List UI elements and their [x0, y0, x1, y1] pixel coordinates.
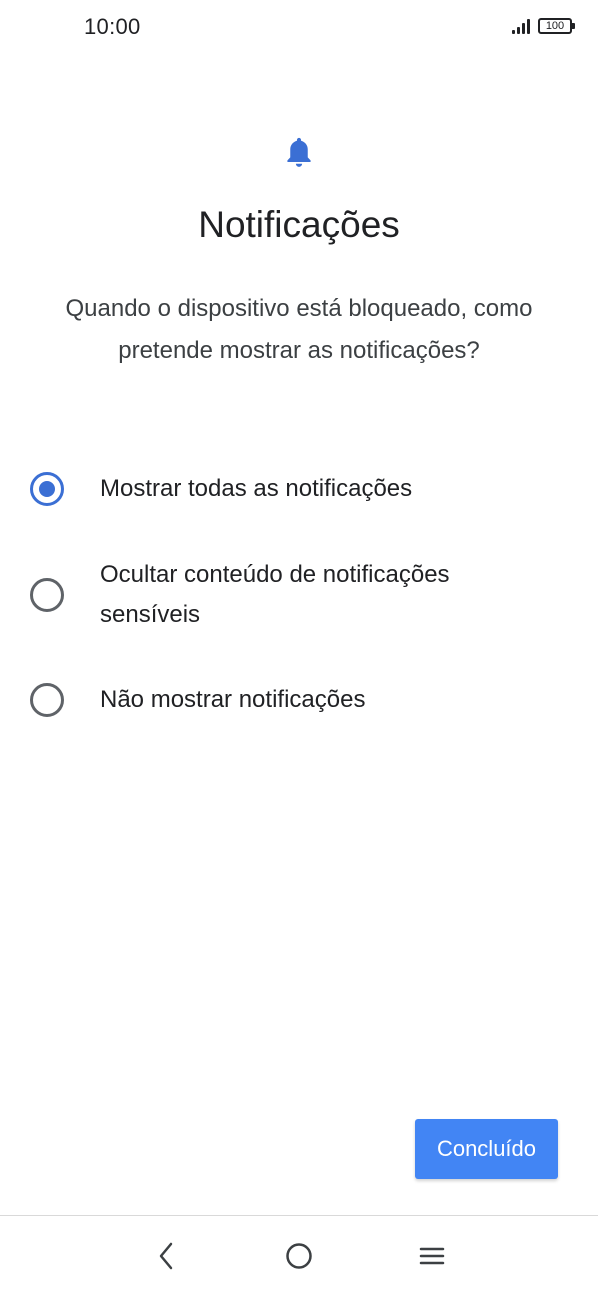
home-button[interactable] [279, 1236, 319, 1276]
option-show-none[interactable]: Não mostrar notificações [30, 680, 570, 720]
done-button[interactable]: Concluído [415, 1119, 558, 1179]
battery-level: 100 [545, 20, 565, 32]
bell-icon [287, 137, 311, 167]
option-hide-sensitive[interactable]: Ocultar conteúdo de notificações sensíve… [30, 555, 570, 635]
page-subtitle: Quando o dispositivo está bloqueado, com… [65, 295, 533, 364]
option-show-all[interactable]: Mostrar todas as notificações [30, 469, 570, 509]
radio-button[interactable] [30, 578, 64, 612]
status-time: 10:00 [84, 14, 141, 39]
back-chevron-icon [159, 1242, 173, 1270]
signal-bars-icon [512, 18, 530, 34]
battery-icon: 100 [538, 18, 575, 34]
menu-button[interactable] [412, 1236, 452, 1276]
status-indicators: 100 [512, 18, 575, 34]
status-bar: 10:00 100 [0, 0, 598, 56]
page-title: Notificações [198, 204, 400, 245]
option-label: Mostrar todas as notificações [100, 475, 413, 502]
option-label: Ocultar conteúdo de notificações sensíve… [100, 561, 450, 628]
navigation-bar [0, 1216, 598, 1295]
home-circle-icon [286, 1243, 312, 1269]
radio-button-selected[interactable] [30, 472, 64, 506]
option-label: Não mostrar notificações [100, 686, 366, 713]
back-button[interactable] [146, 1236, 186, 1276]
menu-lines-icon [419, 1247, 445, 1265]
radio-button[interactable] [30, 683, 64, 717]
